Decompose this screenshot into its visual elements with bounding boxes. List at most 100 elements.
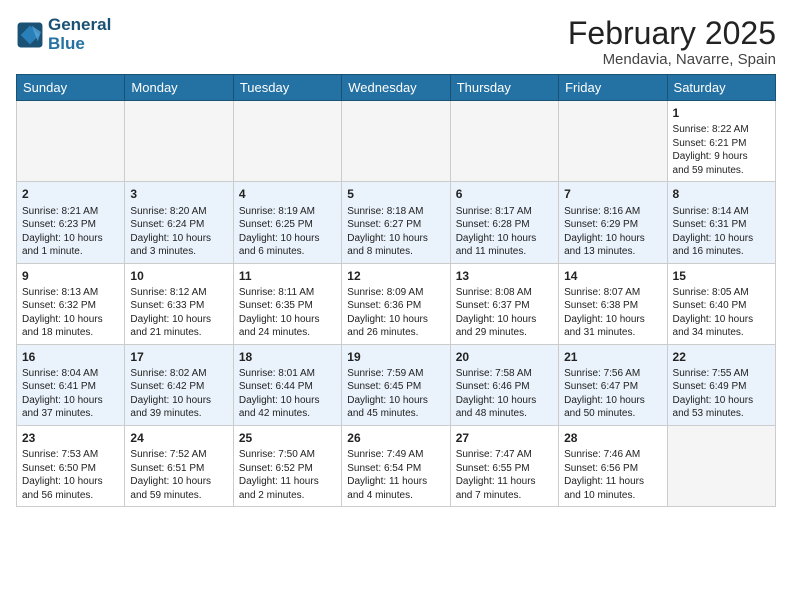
weekday-header-row: SundayMondayTuesdayWednesdayThursdayFrid… (17, 75, 776, 101)
header: General Blue February 2025 Mendavia, Nav… (16, 16, 776, 68)
calendar-day: 26 Sunrise: 7:49 AM Sunset: 6:54 PM Dayli… (342, 425, 450, 506)
day-number: 8 (673, 186, 770, 202)
day-info: Sunrise: 8:17 AM Sunset: 6:28 PM Dayligh… (456, 205, 553, 259)
day-info: Sunrise: 8:02 AM Sunset: 6:42 PM Dayligh… (130, 367, 227, 421)
day-number: 3 (130, 186, 227, 202)
calendar-day: 22 Sunrise: 7:55 AM Sunset: 6:49 PM Dayli… (667, 344, 775, 425)
day-number: 15 (673, 268, 770, 284)
day-info: Sunrise: 7:49 AM Sunset: 6:54 PM Dayligh… (347, 448, 444, 502)
calendar-day: 5 Sunrise: 8:18 AM Sunset: 6:27 PM Daylig… (342, 182, 450, 263)
calendar-day (342, 101, 450, 182)
calendar-day: 4Sunrise: 8:19 AM Sunset: 6:25 PM Daylig… (233, 182, 341, 263)
calendar: SundayMondayTuesdayWednesdayThursdayFrid… (16, 74, 776, 507)
calendar-day: 18 Sunrise: 8:01 AM Sunset: 6:44 PM Dayli… (233, 344, 341, 425)
calendar-day: 15 Sunrise: 8:05 AM Sunset: 6:40 PM Dayli… (667, 263, 775, 344)
weekday-header-monday: Monday (125, 75, 233, 101)
day-info: Sunrise: 8:04 AM Sunset: 6:41 PM Dayligh… (22, 367, 119, 421)
day-number: 2 (22, 186, 119, 202)
calendar-day: 12 Sunrise: 8:09 AM Sunset: 6:36 PM Dayli… (342, 263, 450, 344)
day-info: Sunrise: 8:20 AM Sunset: 6:24 PM Dayligh… (130, 205, 227, 259)
day-number: 28 (564, 430, 661, 446)
calendar-day: 28 Sunrise: 7:46 AM Sunset: 6:56 PM Dayli… (559, 425, 667, 506)
day-number: 17 (130, 349, 227, 365)
day-info: Sunrise: 7:53 AM Sunset: 6:50 PM Dayligh… (22, 448, 119, 502)
month-title: February 2025 (568, 16, 776, 51)
calendar-day: 17 Sunrise: 8:02 AM Sunset: 6:42 PM Dayli… (125, 344, 233, 425)
day-info: Sunrise: 7:55 AM Sunset: 6:49 PM Dayligh… (673, 367, 770, 421)
calendar-day (17, 101, 125, 182)
calendar-day: 14 Sunrise: 8:07 AM Sunset: 6:38 PM Dayli… (559, 263, 667, 344)
day-info: Sunrise: 8:05 AM Sunset: 6:40 PM Dayligh… (673, 286, 770, 340)
day-number: 20 (456, 349, 553, 365)
day-number: 26 (347, 430, 444, 446)
calendar-day (233, 101, 341, 182)
day-number: 22 (673, 349, 770, 365)
page-container: General Blue February 2025 Mendavia, Nav… (0, 0, 792, 517)
calendar-week-row: 16 Sunrise: 8:04 AM Sunset: 6:41 PM Dayli… (17, 344, 776, 425)
day-number: 14 (564, 268, 661, 284)
day-info: Sunrise: 8:13 AM Sunset: 6:32 PM Dayligh… (22, 286, 119, 340)
day-number: 11 (239, 268, 336, 284)
calendar-day (125, 101, 233, 182)
calendar-week-row: 1 Sunrise: 8:22 AM Sunset: 6:21 PM Daylig… (17, 101, 776, 182)
day-number: 1 (673, 105, 770, 121)
day-info: Sunrise: 8:09 AM Sunset: 6:36 PM Dayligh… (347, 286, 444, 340)
logo-icon (16, 21, 44, 49)
calendar-day: 24 Sunrise: 7:52 AM Sunset: 6:51 PM Dayli… (125, 425, 233, 506)
day-info: Sunrise: 8:22 AM Sunset: 6:21 PM Dayligh… (673, 123, 770, 177)
day-info: Sunrise: 8:01 AM Sunset: 6:44 PM Dayligh… (239, 367, 336, 421)
logo-text: General Blue (48, 16, 111, 53)
calendar-day: 23Sunrise: 7:53 AM Sunset: 6:50 PM Dayli… (17, 425, 125, 506)
day-number: 5 (347, 186, 444, 202)
weekday-header-saturday: Saturday (667, 75, 775, 101)
day-info: Sunrise: 7:56 AM Sunset: 6:47 PM Dayligh… (564, 367, 661, 421)
location: Mendavia, Navarre, Spain (568, 51, 776, 68)
day-number: 13 (456, 268, 553, 284)
calendar-day (559, 101, 667, 182)
day-number: 10 (130, 268, 227, 284)
weekday-header-friday: Friday (559, 75, 667, 101)
calendar-week-row: 23Sunrise: 7:53 AM Sunset: 6:50 PM Dayli… (17, 425, 776, 506)
day-number: 25 (239, 430, 336, 446)
day-info: Sunrise: 8:12 AM Sunset: 6:33 PM Dayligh… (130, 286, 227, 340)
calendar-day: 10 Sunrise: 8:12 AM Sunset: 6:33 PM Dayli… (125, 263, 233, 344)
day-number: 9 (22, 268, 119, 284)
calendar-day: 6 Sunrise: 8:17 AM Sunset: 6:28 PM Daylig… (450, 182, 558, 263)
calendar-day: 2Sunrise: 8:21 AM Sunset: 6:23 PM Daylig… (17, 182, 125, 263)
day-info: Sunrise: 7:50 AM Sunset: 6:52 PM Dayligh… (239, 448, 336, 502)
day-number: 18 (239, 349, 336, 365)
calendar-day: 1 Sunrise: 8:22 AM Sunset: 6:21 PM Daylig… (667, 101, 775, 182)
day-info: Sunrise: 7:52 AM Sunset: 6:51 PM Dayligh… (130, 448, 227, 502)
calendar-day: 19 Sunrise: 7:59 AM Sunset: 6:45 PM Dayli… (342, 344, 450, 425)
day-info: Sunrise: 7:58 AM Sunset: 6:46 PM Dayligh… (456, 367, 553, 421)
day-number: 6 (456, 186, 553, 202)
day-info: Sunrise: 8:16 AM Sunset: 6:29 PM Dayligh… (564, 205, 661, 259)
day-number: 27 (456, 430, 553, 446)
day-info: Sunrise: 8:07 AM Sunset: 6:38 PM Dayligh… (564, 286, 661, 340)
calendar-day: 3 Sunrise: 8:20 AM Sunset: 6:24 PM Daylig… (125, 182, 233, 263)
day-number: 12 (347, 268, 444, 284)
calendar-week-row: 2Sunrise: 8:21 AM Sunset: 6:23 PM Daylig… (17, 182, 776, 263)
day-info: Sunrise: 7:59 AM Sunset: 6:45 PM Dayligh… (347, 367, 444, 421)
calendar-week-row: 9 Sunrise: 8:13 AM Sunset: 6:32 PM Daylig… (17, 263, 776, 344)
calendar-day: 21Sunrise: 7:56 AM Sunset: 6:47 PM Dayli… (559, 344, 667, 425)
day-number: 4 (239, 186, 336, 202)
weekday-header-thursday: Thursday (450, 75, 558, 101)
weekday-header-wednesday: Wednesday (342, 75, 450, 101)
day-info: Sunrise: 8:18 AM Sunset: 6:27 PM Dayligh… (347, 205, 444, 259)
calendar-day: 13 Sunrise: 8:08 AM Sunset: 6:37 PM Dayli… (450, 263, 558, 344)
day-info: Sunrise: 8:14 AM Sunset: 6:31 PM Dayligh… (673, 205, 770, 259)
calendar-day: 7 Sunrise: 8:16 AM Sunset: 6:29 PM Daylig… (559, 182, 667, 263)
day-number: 24 (130, 430, 227, 446)
calendar-day: 8 Sunrise: 8:14 AM Sunset: 6:31 PM Daylig… (667, 182, 775, 263)
calendar-day: 25 Sunrise: 7:50 AM Sunset: 6:52 PM Dayli… (233, 425, 341, 506)
calendar-day: 16 Sunrise: 8:04 AM Sunset: 6:41 PM Dayli… (17, 344, 125, 425)
day-number: 16 (22, 349, 119, 365)
day-info: Sunrise: 8:08 AM Sunset: 6:37 PM Dayligh… (456, 286, 553, 340)
calendar-day (667, 425, 775, 506)
day-number: 19 (347, 349, 444, 365)
day-info: Sunrise: 7:46 AM Sunset: 6:56 PM Dayligh… (564, 448, 661, 502)
calendar-day: 20 Sunrise: 7:58 AM Sunset: 6:46 PM Dayli… (450, 344, 558, 425)
calendar-day: 9 Sunrise: 8:13 AM Sunset: 6:32 PM Daylig… (17, 263, 125, 344)
day-number: 7 (564, 186, 661, 202)
